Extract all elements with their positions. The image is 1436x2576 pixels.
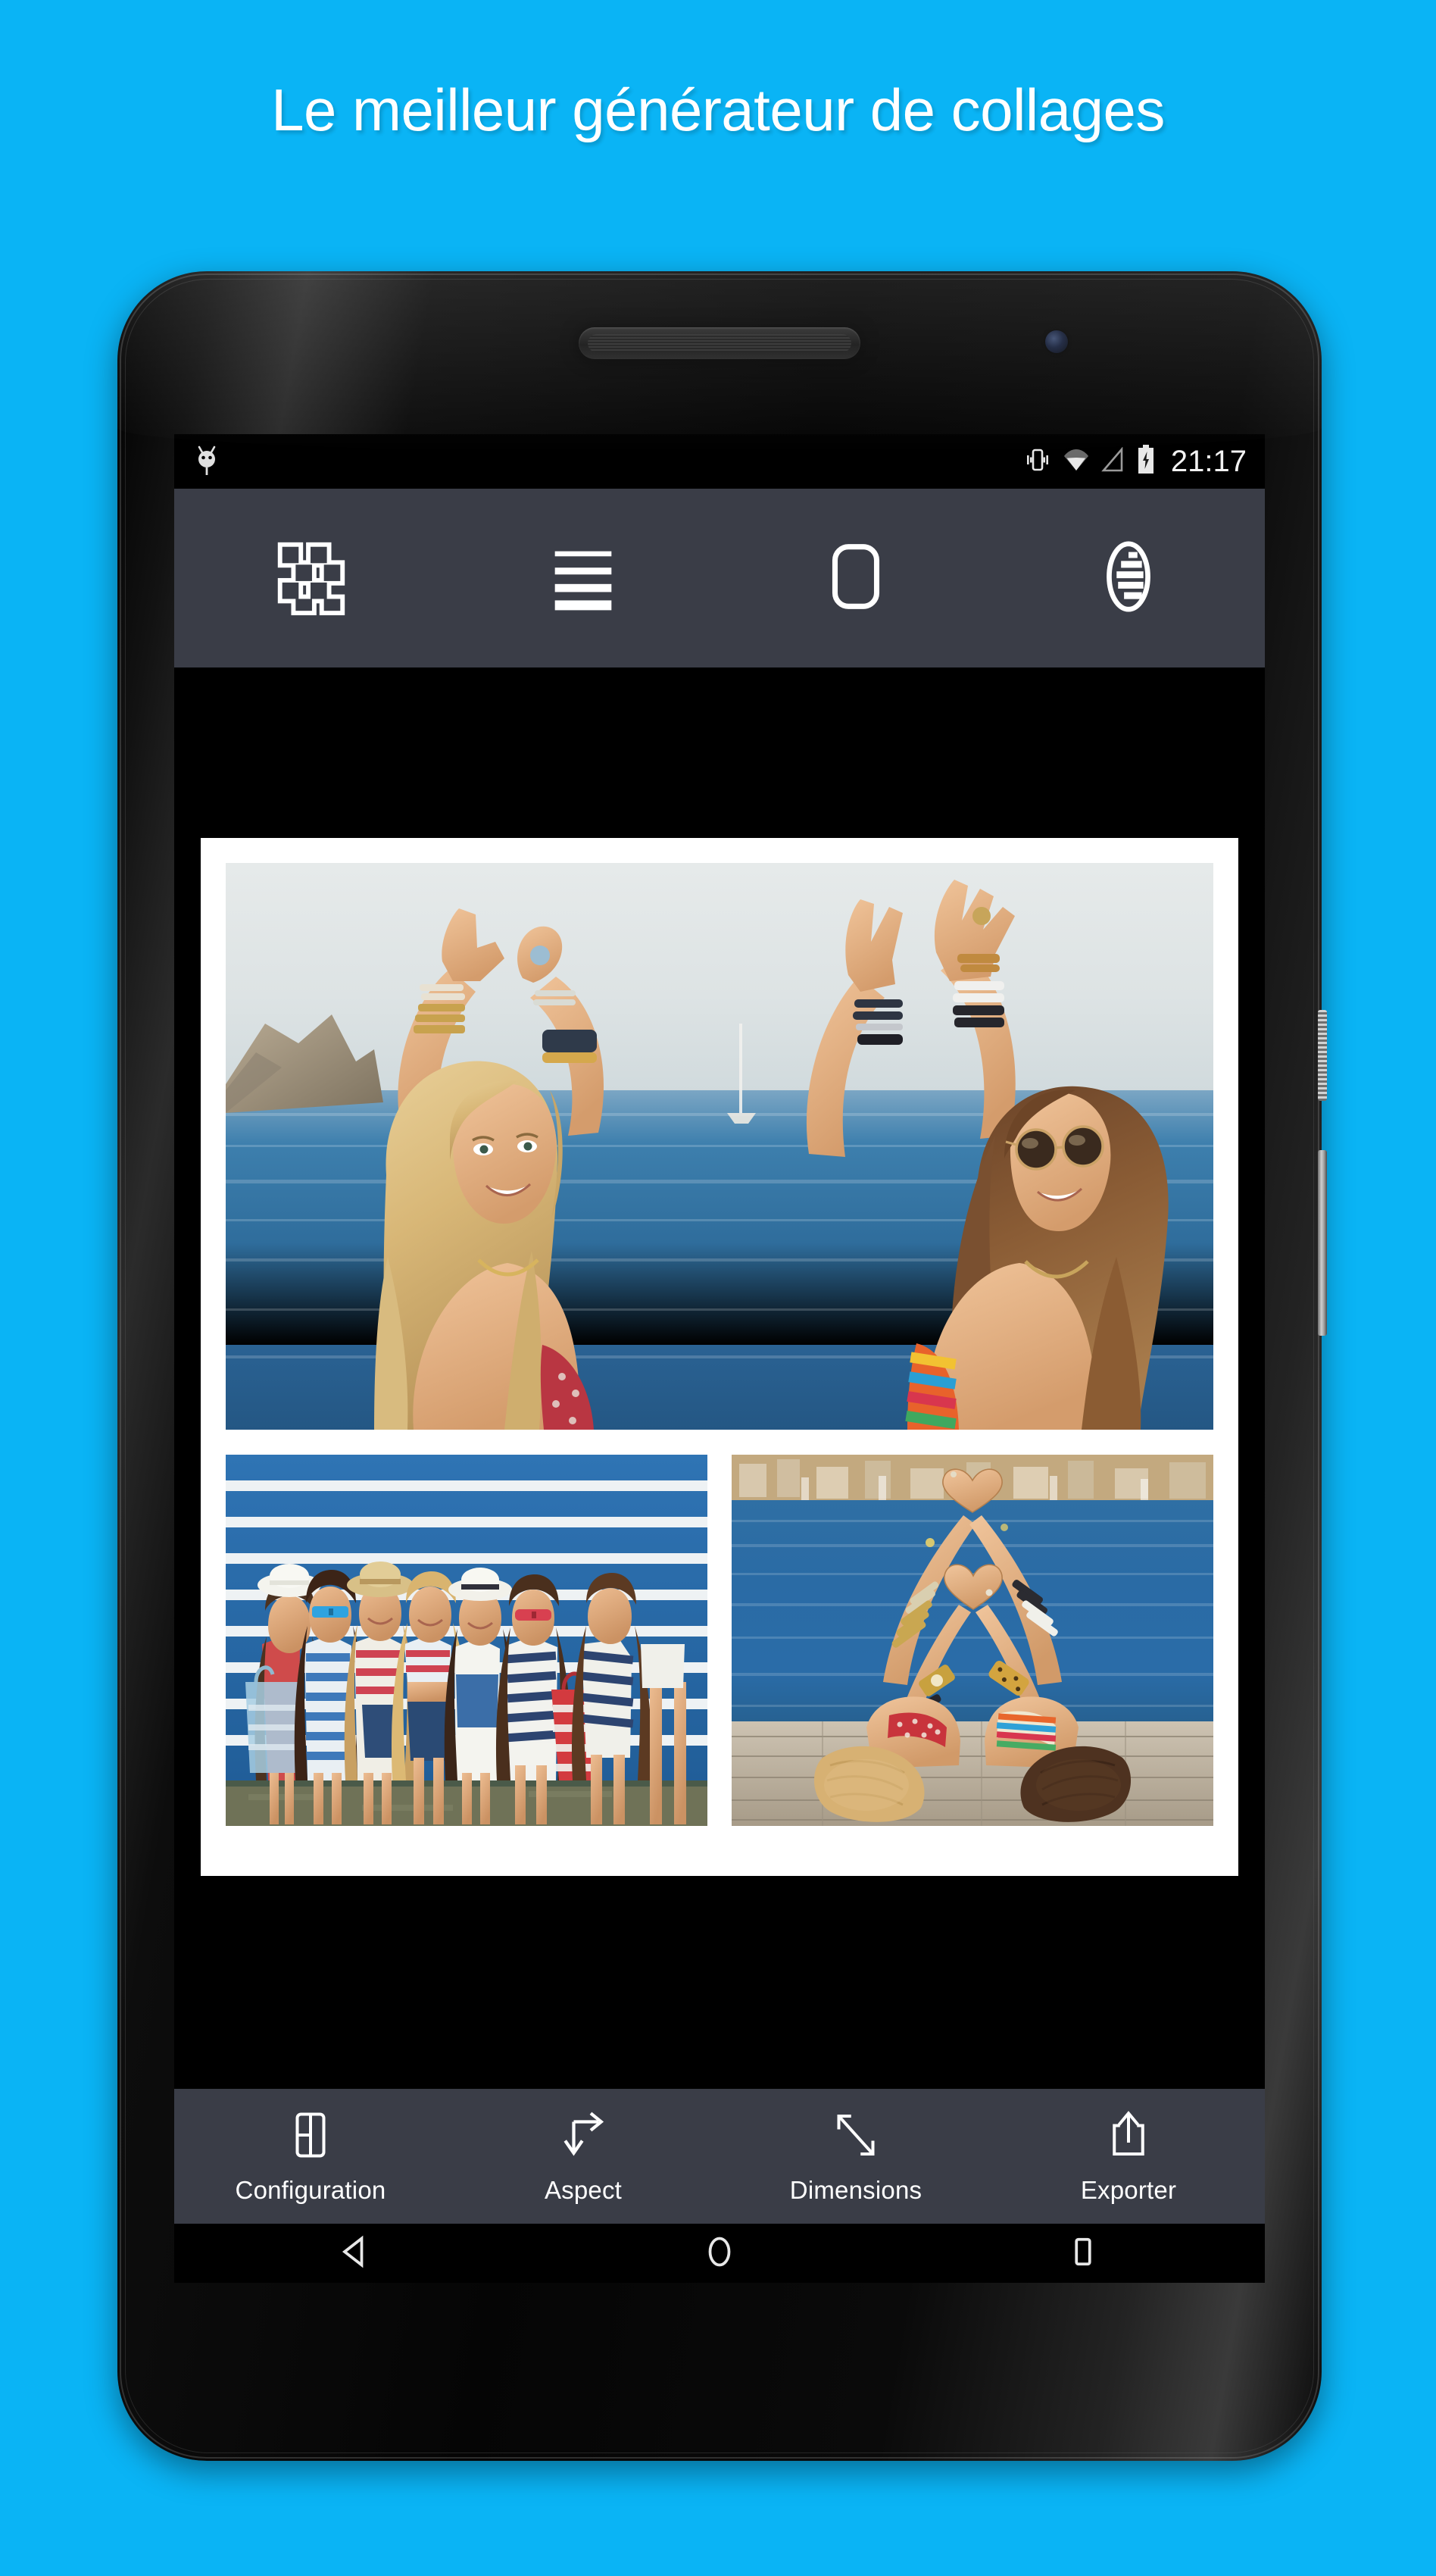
home-circle-icon	[701, 2233, 738, 2274]
phone-device: 21:17 Configuration Aspect Dimensions Ex…	[117, 271, 1327, 2461]
collage-cell-bottom-left[interactable]	[226, 1455, 707, 1826]
back-triangle-icon	[337, 2233, 375, 2274]
rounded-corners-icon	[814, 535, 898, 622]
back-button[interactable]	[174, 2233, 538, 2274]
wifi-icon	[1062, 447, 1091, 477]
action-export-label: Exporter	[1080, 2175, 1177, 2204]
action-aspect[interactable]: Aspect	[447, 2089, 720, 2224]
photo-two-girls-sea	[226, 863, 1213, 1430]
lines-spacing-icon	[542, 535, 625, 622]
phone-body: 21:17 Configuration Aspect Dimensions Ex…	[117, 271, 1322, 2461]
page-title: Le meilleur générateur de collages	[271, 77, 1165, 143]
vibrate-icon	[1024, 446, 1051, 477]
action-configuration-label: Configuration	[235, 2175, 386, 2204]
action-configuration[interactable]: Configuration	[174, 2089, 447, 2224]
grid-layout-icon	[269, 535, 352, 622]
layout-grid-icon	[284, 2109, 337, 2165]
resize-diagonal-arrow-icon	[829, 2109, 882, 2165]
photo-heart-hands	[732, 1455, 1213, 1826]
collage-canvas[interactable]	[174, 667, 1265, 2089]
earpiece-speaker	[579, 327, 860, 359]
editor-toolbar	[174, 489, 1265, 667]
collage-cell-top[interactable]	[226, 863, 1213, 1430]
status-bar-clock: 21:17	[1170, 444, 1247, 478]
action-dimensions[interactable]: Dimensions	[720, 2089, 992, 2224]
power-button[interactable]	[1318, 1010, 1327, 1101]
recents-button[interactable]	[901, 2233, 1265, 2274]
collage-cell-bottom-right[interactable]	[732, 1455, 1213, 1826]
action-dimensions-label: Dimensions	[789, 2175, 922, 2204]
share-export-icon	[1102, 2109, 1155, 2165]
photo-group-girls-wall	[226, 1455, 707, 1826]
home-button[interactable]	[538, 2233, 901, 2274]
aspect-ratio-arrow-icon	[557, 2109, 610, 2165]
battery-charging-icon	[1136, 444, 1156, 479]
android-notification-icon	[192, 442, 221, 482]
toolbar-rounded-corners-button[interactable]	[720, 489, 992, 667]
android-navigation-bar	[174, 2224, 1265, 2283]
toolbar-spacing-button[interactable]	[447, 489, 720, 667]
signal-icon	[1101, 445, 1125, 477]
front-camera-icon	[1045, 330, 1068, 353]
toolbar-grid-layout-button[interactable]	[174, 489, 447, 667]
recents-square-icon	[1064, 2233, 1102, 2274]
volume-button[interactable]	[1318, 1150, 1327, 1336]
phone-screen: 21:17 Configuration Aspect Dimensions Ex…	[174, 434, 1265, 2283]
status-bar: 21:17	[174, 434, 1265, 489]
action-export[interactable]: Exporter	[992, 2089, 1265, 2224]
action-aspect-label: Aspect	[544, 2175, 623, 2204]
toolbar-shadow-button[interactable]	[992, 489, 1265, 667]
shadow-contrast-icon	[1087, 535, 1170, 622]
screen-glass-reflection	[117, 271, 1322, 453]
editor-action-bar: Configuration Aspect Dimensions Exporter	[174, 2089, 1265, 2224]
collage-frame[interactable]	[201, 838, 1238, 1876]
